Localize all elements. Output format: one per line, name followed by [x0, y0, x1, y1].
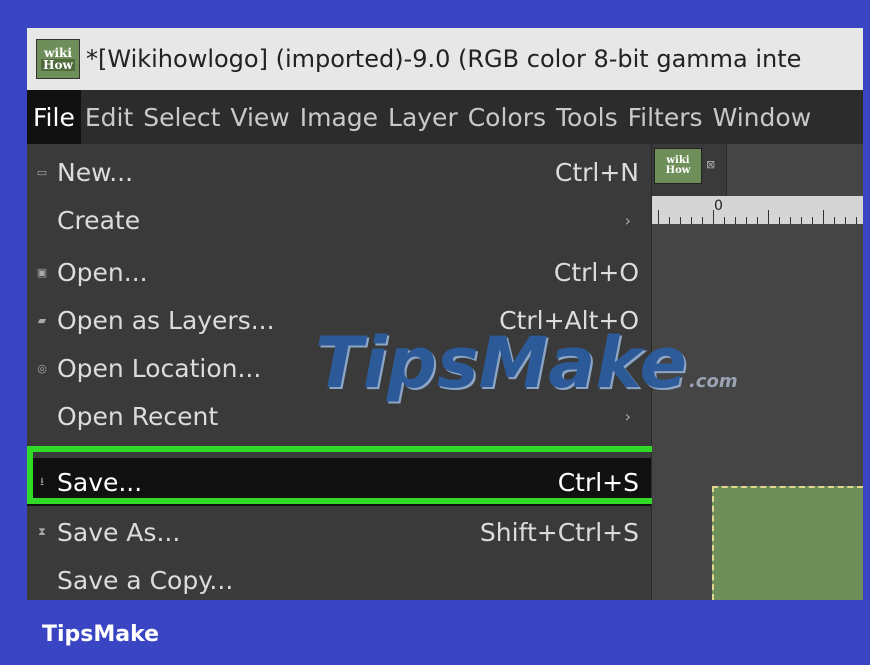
horizontal-ruler: 0	[652, 196, 863, 224]
file-menu-dropdown: ▭ New... Ctrl+N Create › ▣ Open... Ctrl+…	[27, 144, 652, 600]
menu-item-open-as-layers[interactable]: ▰ Open as Layers... Ctrl+Alt+O	[27, 296, 651, 344]
title-bar: wiki How *[Wikihowlogo] (imported)-9.0 (…	[27, 28, 863, 90]
menu-filters[interactable]: Filters	[624, 90, 709, 144]
ruler-tick	[680, 217, 681, 224]
submenu-arrow-icon: ›	[624, 406, 631, 426]
ruler-tick	[823, 210, 824, 224]
ruler-tick	[669, 217, 670, 224]
image-tab[interactable]: wiki How ⊠	[652, 144, 727, 196]
menu-bar: File Edit Select View Image Layer Colors…	[27, 90, 863, 144]
ruler-tick	[779, 217, 780, 224]
menu-item-create[interactable]: Create ›	[27, 196, 651, 244]
window-title: *[Wikihowlogo] (imported)-9.0 (RGB color…	[86, 45, 802, 73]
ruler-tick	[658, 210, 659, 224]
image-thumbnail: wiki How	[654, 148, 702, 184]
ruler-tick	[724, 217, 725, 224]
ruler-tick	[735, 217, 736, 224]
menu-separator	[27, 448, 651, 449]
ruler-tick	[713, 210, 714, 224]
save-icon: ⭳	[40, 474, 44, 488]
menu-item-open[interactable]: ▣ Open... Ctrl+O	[27, 248, 651, 296]
image-canvas[interactable]	[712, 486, 863, 600]
ruler-tick	[746, 217, 747, 224]
canvas-area[interactable]: wiki How ⊠ 0	[652, 144, 863, 600]
menu-view[interactable]: View	[226, 90, 295, 144]
ruler-tick	[790, 217, 791, 224]
menu-item-open-recent[interactable]: Open Recent ›	[27, 392, 651, 440]
gimp-window: wiki How *[Wikihowlogo] (imported)-9.0 (…	[27, 28, 863, 600]
shortcut-label: Ctrl+N	[554, 157, 639, 187]
menu-colors[interactable]: Colors	[464, 90, 552, 144]
menu-window[interactable]: Window	[709, 90, 818, 144]
ruler-tick	[845, 217, 846, 224]
shortcut-label: Shift+Ctrl+S	[479, 517, 639, 547]
open-image-icon: ▣	[36, 265, 48, 279]
shortcut-label: Ctrl+S	[557, 467, 639, 497]
menu-layer[interactable]: Layer	[384, 90, 464, 144]
ruler-tick	[768, 210, 769, 224]
ruler-tick	[856, 217, 857, 224]
menu-item-save-a-copy[interactable]: Save a Copy...	[27, 556, 651, 600]
shortcut-label: Ctrl+O	[553, 257, 639, 287]
menu-item-new[interactable]: ▭ New... Ctrl+N	[27, 148, 651, 196]
new-document-icon: ▭	[36, 165, 48, 179]
ruler-tick	[691, 217, 692, 224]
ruler-tick	[702, 217, 703, 224]
app-logo-icon: wiki How	[36, 39, 80, 79]
ruler-tick	[801, 217, 802, 224]
close-tab-icon[interactable]: ⊠	[706, 158, 715, 171]
menu-edit[interactable]: Edit	[81, 90, 139, 144]
globe-icon: ◎	[37, 361, 47, 375]
ruler-tick	[757, 217, 758, 224]
ruler-tick	[834, 217, 835, 224]
menu-tools[interactable]: Tools	[552, 90, 624, 144]
menu-item-open-location[interactable]: ◎ Open Location...	[27, 344, 651, 392]
submenu-arrow-icon: ›	[624, 210, 631, 230]
footer-brand: TipsMake	[42, 622, 160, 647]
menu-image[interactable]: Image	[296, 90, 384, 144]
ruler-tick	[812, 217, 813, 224]
shortcut-label: Ctrl+Alt+O	[499, 305, 639, 335]
menu-item-save[interactable]: ⭳ Save... Ctrl+S	[27, 458, 651, 506]
menu-select[interactable]: Select	[139, 90, 226, 144]
menu-item-save-as[interactable]: ⧗ Save As... Shift+Ctrl+S	[27, 508, 651, 556]
save-as-icon: ⧗	[38, 525, 46, 538]
open-layers-icon: ▰	[37, 313, 47, 327]
menu-file[interactable]: File	[27, 90, 81, 144]
